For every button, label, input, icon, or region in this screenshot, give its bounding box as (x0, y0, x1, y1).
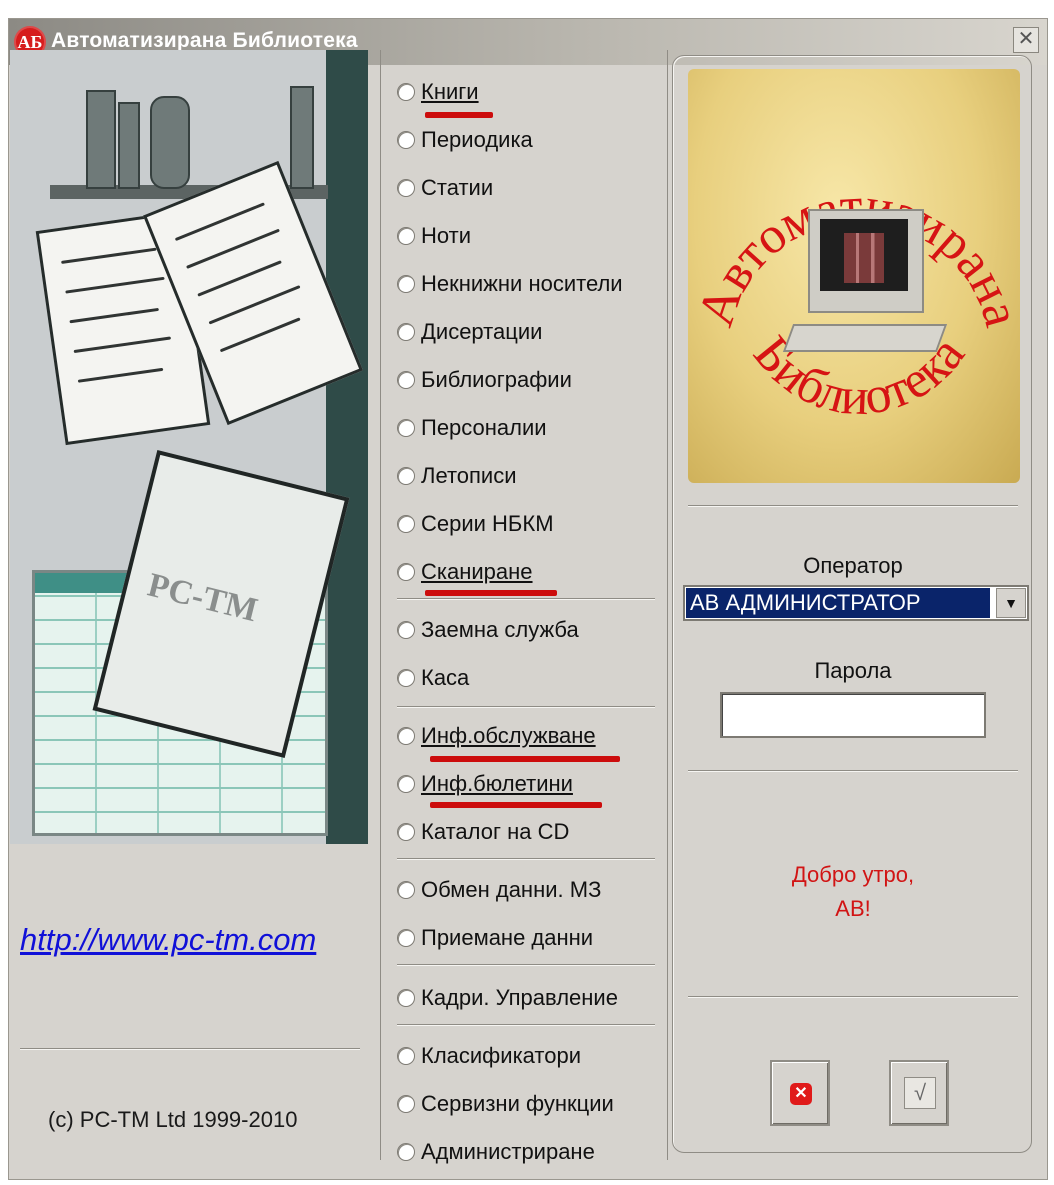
radio-button[interactable] (397, 563, 415, 581)
radio-button[interactable] (397, 83, 415, 101)
radio-button[interactable] (397, 1143, 415, 1161)
radio-label: Класификатори (421, 1043, 582, 1068)
ok-button[interactable]: √ (889, 1060, 949, 1126)
radio-label: Инф.бюлетини (421, 771, 573, 796)
menu-divider (397, 858, 655, 860)
cancel-button[interactable]: ✕ (770, 1060, 830, 1126)
keyboard-icon (782, 324, 948, 352)
shelf-book-graphic (150, 96, 190, 189)
radio-button[interactable] (397, 929, 415, 947)
highlight-underline (425, 590, 557, 596)
radio-label: Некнижни носители (421, 271, 623, 296)
copyright-text: (c) PC-TM Ltd 1999-2010 (48, 1107, 298, 1132)
radio-label: Летописи (421, 463, 517, 488)
radio-button[interactable] (397, 515, 415, 533)
text-line (186, 228, 280, 269)
radio-button[interactable] (397, 621, 415, 639)
highlight-underline (430, 756, 620, 762)
books-graphic (844, 233, 884, 283)
radio-label: Периодика (421, 127, 533, 152)
radio-button[interactable] (397, 179, 415, 197)
shelf-book-graphic (290, 86, 314, 189)
radio-label: Заемна служба (421, 617, 579, 642)
radio-button[interactable] (397, 467, 415, 485)
radio-button[interactable] (397, 823, 415, 841)
checkmark-icon: √ (904, 1077, 936, 1109)
radio-button[interactable] (397, 1047, 415, 1065)
radio-button[interactable] (397, 727, 415, 745)
radio-button[interactable] (397, 131, 415, 149)
text-line (69, 307, 159, 324)
radio-label: Инф.обслужване (421, 723, 596, 748)
menu-divider (397, 1024, 655, 1026)
divider (688, 996, 1018, 998)
library-emblem: Автоматизирана Библиотека (688, 69, 1020, 483)
menu-divider (397, 964, 655, 966)
radio-label: Серии НБКМ (421, 511, 554, 536)
menu-divider (397, 706, 655, 708)
text-line (208, 285, 301, 325)
radio-label: Каталог на CD (421, 819, 570, 844)
radio-label: Приемане данни (421, 925, 594, 950)
radio-label: Ноти (421, 223, 472, 248)
divider (688, 770, 1018, 772)
screen-graphic (820, 219, 908, 291)
radio-button[interactable] (397, 989, 415, 1007)
text-line (174, 202, 265, 242)
password-label: Парола (814, 658, 892, 683)
shelf-book-graphic (86, 90, 116, 189)
operator-label: Оператор (803, 553, 903, 578)
divider (688, 505, 1018, 507)
greeting-line-1: Добро утро, (791, 862, 915, 887)
divider (20, 1048, 360, 1050)
shelf-book-graphic (118, 102, 140, 189)
radio-label: Кадри. Управление (421, 985, 618, 1010)
text-line (219, 317, 301, 353)
radio-button[interactable] (397, 419, 415, 437)
radio-label: Каса (421, 665, 470, 690)
website-link[interactable]: http://www.pc-tm.com (20, 922, 316, 958)
text-line (197, 260, 282, 297)
radio-button[interactable] (397, 881, 415, 899)
password-field[interactable] (720, 692, 986, 738)
text-line (61, 247, 157, 264)
text-line (77, 367, 164, 383)
radio-button[interactable] (397, 323, 415, 341)
radio-label: Обмен данни. МЗ (421, 877, 602, 902)
operator-select[interactable]: AB АДМИНИСТРАТОР ▼ (683, 585, 1029, 621)
radio-button[interactable] (397, 371, 415, 389)
radio-label: Библиографии (421, 367, 572, 392)
computer-monitor-icon (808, 209, 924, 313)
highlight-underline (430, 802, 602, 808)
text-line (73, 336, 172, 354)
chevron-down-icon[interactable]: ▼ (996, 588, 1026, 618)
radio-label: Сканиране (421, 559, 533, 584)
radio-label: Персоналии (421, 415, 547, 440)
radio-label: Администриране (421, 1139, 595, 1164)
radio-label: Статии (421, 175, 494, 200)
radio-button[interactable] (397, 275, 415, 293)
illustration-strip (326, 50, 368, 844)
radio-label: Книги (421, 79, 479, 104)
operator-selected-value[interactable]: AB АДМИНИСТРАТОР (686, 588, 990, 618)
radio-button[interactable] (397, 669, 415, 687)
radio-button[interactable] (397, 1095, 415, 1113)
radio-button[interactable] (397, 775, 415, 793)
radio-label: Дисертации (421, 319, 543, 344)
menu-divider (397, 598, 655, 600)
radio-button[interactable] (397, 227, 415, 245)
highlight-underline (425, 112, 493, 118)
text-line (65, 276, 165, 294)
close-icon: ✕ (790, 1083, 812, 1105)
close-button[interactable]: ✕ (1013, 27, 1039, 53)
radio-label: Сервизни функции (421, 1091, 614, 1116)
book-cover-caption: PC-TM (144, 566, 262, 630)
greeting-line-2: AB! (835, 896, 871, 921)
library-illustration: PC-TM (10, 50, 368, 844)
